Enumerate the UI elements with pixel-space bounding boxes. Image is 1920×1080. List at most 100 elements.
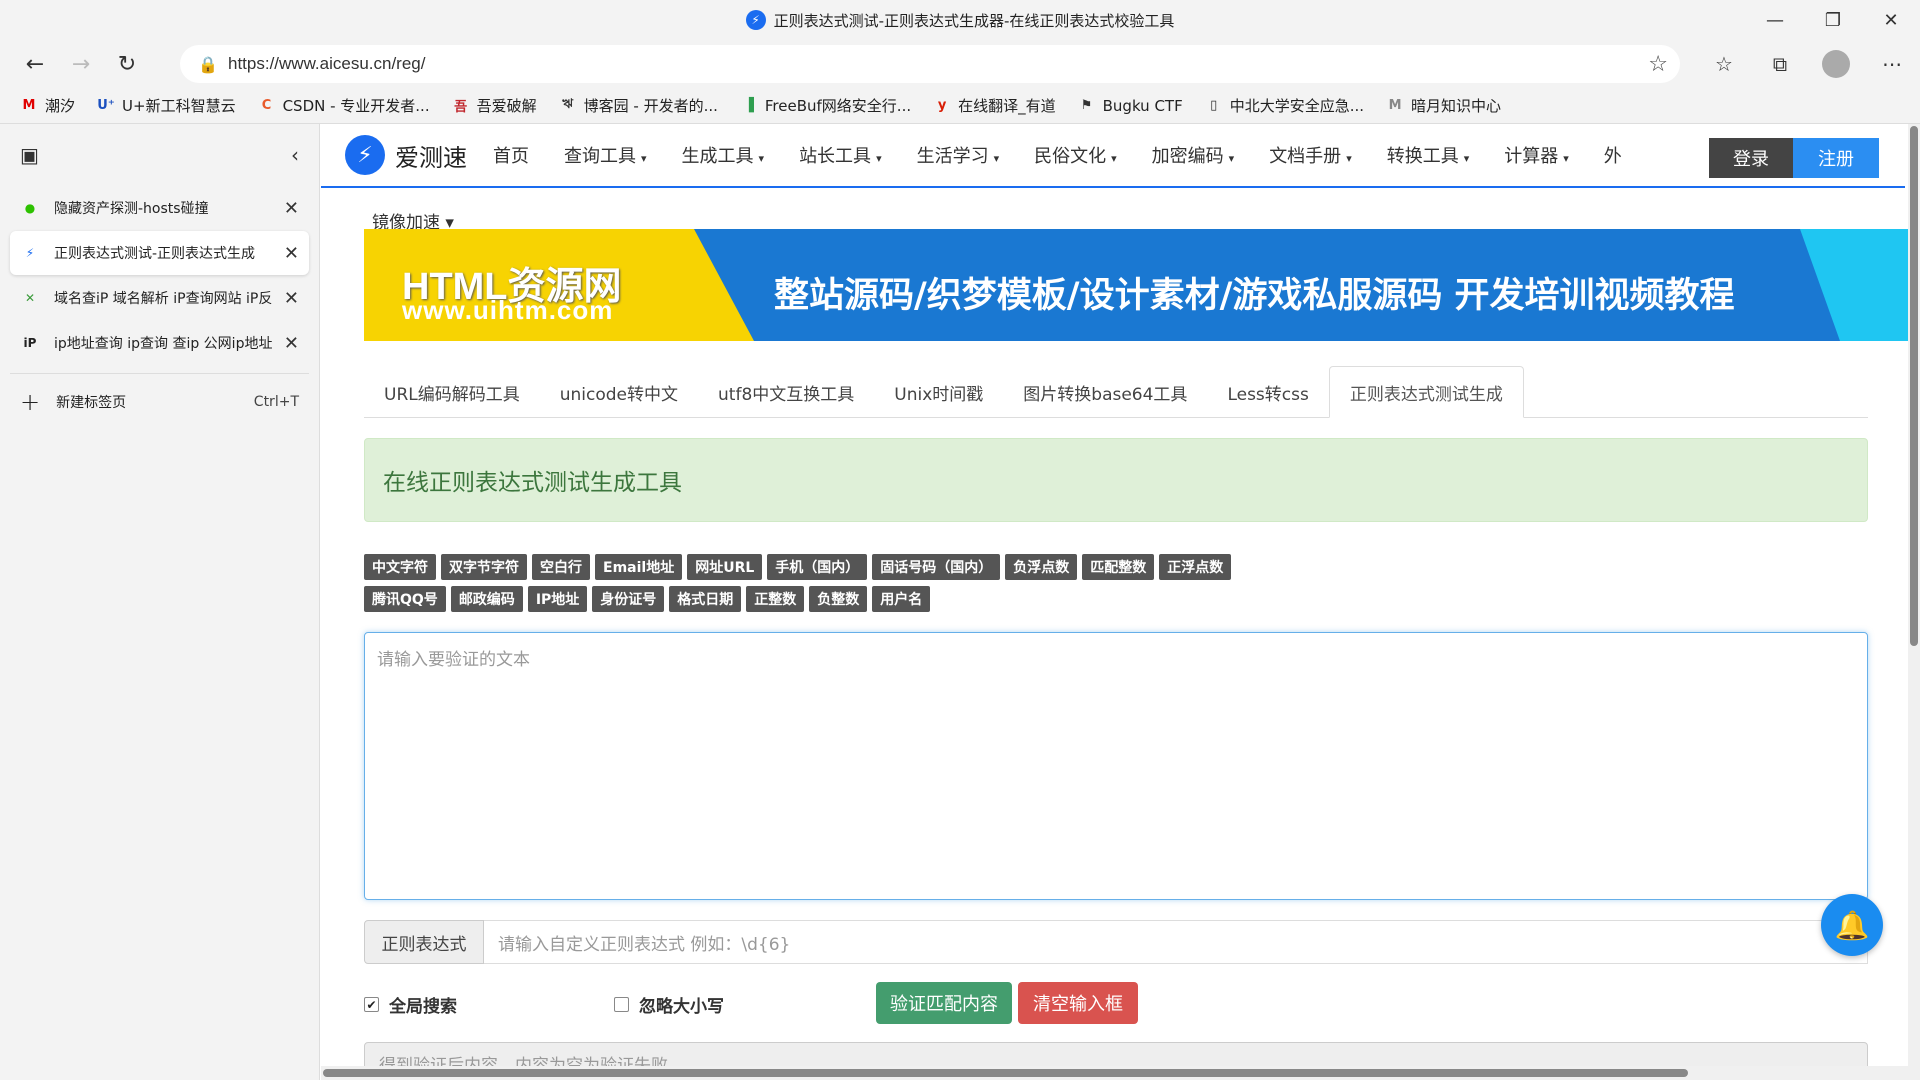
collapse-sidebar-icon[interactable]: ‹ xyxy=(291,143,299,167)
regex-preset-button[interactable]: 双字节字符 xyxy=(441,554,527,580)
bookmark-item[interactable]: C CSDN - 专业开发者... xyxy=(258,95,430,116)
ignore-case-check-icon[interactable] xyxy=(614,997,629,1012)
notification-bell-button[interactable]: 🔔 xyxy=(1821,894,1883,956)
bookmark-label: Bugku CTF xyxy=(1102,96,1183,115)
regex-preset-button[interactable]: IP地址 xyxy=(527,586,588,612)
tab-list: ● 隐藏资产探测-hosts碰撞 ✕ ⚡ 正则表达式测试-正则表达式生成 ✕ ✕ 域名查iP … xyxy=(0,186,319,365)
bookmark-item[interactable]: ▐ FreeBuf网络安全行... xyxy=(740,95,911,116)
regex-preset-button[interactable]: 用户名 xyxy=(872,586,931,612)
tool-tab[interactable]: unicode转中文 xyxy=(540,366,698,418)
clear-input-button[interactable]: 清空输入框 xyxy=(1018,982,1138,1024)
settings-more-button[interactable]: ⋯ xyxy=(1864,52,1920,76)
vertical-scroll-thumb[interactable] xyxy=(1910,126,1918,646)
tool-tab[interactable]: Less转css xyxy=(1207,366,1328,418)
regex-preset-button[interactable]: 手机（国内） xyxy=(767,554,868,580)
global-search-check-icon[interactable]: ✔ xyxy=(364,997,379,1012)
bookmark-item[interactable]: M 暗月知识中心 xyxy=(1386,95,1501,116)
nav-item[interactable]: 加密编码 ▾ xyxy=(1152,142,1235,168)
close-tab-icon[interactable]: ✕ xyxy=(284,243,299,264)
vertical-scrollbar[interactable] xyxy=(1908,124,1920,1080)
bookmark-label: U+新工科智慧云 xyxy=(122,97,236,115)
tab-actions-icon[interactable]: ▣ xyxy=(20,143,39,167)
nav-item[interactable]: 查询工具 ▾ xyxy=(564,142,647,168)
nav-item[interactable]: 民俗文化 ▾ xyxy=(1034,142,1117,168)
close-tab-icon[interactable]: ✕ xyxy=(284,288,299,309)
tool-tab[interactable]: utf8中文互换工具 xyxy=(698,366,874,418)
nav-item-label: 站长工具 xyxy=(799,146,872,167)
regex-preset-button[interactable]: 中文字符 xyxy=(364,554,436,580)
nav-item-label: 转换工具 xyxy=(1386,146,1459,167)
nav-item[interactable]: 首页 xyxy=(493,142,529,168)
collections-button[interactable]: ⧉ xyxy=(1752,52,1808,76)
nav-item[interactable]: 计算器 ▾ xyxy=(1504,142,1569,168)
new-tab-button[interactable]: + 新建标签页 Ctrl+T xyxy=(0,382,319,422)
regex-preset-button[interactable]: 腾讯QQ号 xyxy=(364,586,446,612)
horizontal-scroll-thumb[interactable] xyxy=(323,1069,1688,1077)
verify-match-button[interactable]: 验证匹配内容 xyxy=(876,982,1012,1024)
bookmark-item[interactable]: ⚑ Bugku CTF xyxy=(1078,97,1183,115)
regex-preset-button[interactable]: 空白行 xyxy=(532,554,590,580)
forward-button[interactable]: → xyxy=(58,44,104,84)
regex-preset-button[interactable]: 格式日期 xyxy=(669,586,742,612)
lock-icon[interactable]: 🔒 xyxy=(198,55,228,74)
regex-preset-button[interactable]: 身份证号 xyxy=(592,586,665,612)
regex-preset-button[interactable]: 邮政编码 xyxy=(450,586,523,612)
sidebar-tab[interactable]: ● 隐藏资产探测-hosts碰撞 ✕ xyxy=(10,186,309,230)
regex-preset-button[interactable]: Email地址 xyxy=(595,554,683,580)
sidebar-tab[interactable]: iP ip地址查询 ip查询 查ip 公网ip地址 ✕ xyxy=(10,321,309,365)
bookmark-item[interactable]: ▯ 中北大学安全应急... xyxy=(1205,95,1364,116)
site-logo[interactable]: ⚡ 爱测速 xyxy=(345,135,467,175)
text-to-verify-input[interactable]: 请输入要验证的文本 xyxy=(364,632,1868,900)
ignore-case-checkbox[interactable]: 忽略大小写 xyxy=(614,992,724,1017)
bookmark-favicon-icon: C xyxy=(261,98,272,113)
favorites-button[interactable]: ☆ xyxy=(1696,52,1752,76)
add-favorite-icon[interactable]: ☆ xyxy=(1648,52,1668,77)
regex-preset-button[interactable]: 负整数 xyxy=(809,586,868,612)
vertical-tabs-sidebar: ▣ ‹ ● 隐藏资产探测-hosts碰撞 ✕ ⚡ 正则表达式测试-正则表达式生成 ✕ ✕ 域名… xyxy=(0,124,320,1080)
close-tab-icon[interactable]: ✕ xyxy=(284,333,299,354)
maximize-button[interactable]: ❐ xyxy=(1804,0,1862,40)
refresh-button[interactable]: ↻ xyxy=(104,44,150,84)
nav-item[interactable]: 外 xyxy=(1604,142,1622,168)
nav-item[interactable]: 生成工具 ▾ xyxy=(682,142,765,168)
ad-banner[interactable]: HTML资源网 www.uihtm.com 整站源码/织梦模板/设计素材/游戏私… xyxy=(364,229,1920,341)
back-button[interactable]: ← xyxy=(12,44,58,84)
regex-preset-button[interactable]: 正整数 xyxy=(746,586,805,612)
sidebar-tab[interactable]: ⚡ 正则表达式测试-正则表达式生成 ✕ xyxy=(10,231,309,275)
bookmark-item[interactable]: ঋ 博客园 - 开发者的... xyxy=(559,95,718,116)
tool-tab[interactable]: Unix时间戳 xyxy=(874,366,1003,418)
nav-item[interactable]: 站长工具 ▾ xyxy=(799,142,882,168)
minimize-button[interactable]: — xyxy=(1746,0,1804,40)
regex-preset-button[interactable]: 网址URL xyxy=(687,554,763,580)
nav-item[interactable]: 转换工具 ▾ xyxy=(1387,142,1470,168)
bookmark-item[interactable]: y 在线翻译_有道 xyxy=(933,95,1056,116)
regex-preset-button[interactable]: 正浮点数 xyxy=(1159,554,1232,580)
regex-input[interactable]: 请输入自定义正则表达式 例如：\d{6} xyxy=(484,920,1868,964)
tool-tab[interactable]: 图片转换base64工具 xyxy=(1003,366,1207,418)
nav-item[interactable]: 文档手册 ▾ xyxy=(1269,142,1352,168)
tool-tab[interactable]: URL编码解码工具 xyxy=(364,366,540,418)
text-input-placeholder: 请输入要验证的文本 xyxy=(377,650,530,670)
url-text[interactable]: https://www.aicesu.cn/reg/ xyxy=(228,54,425,74)
login-button[interactable]: 登录 xyxy=(1709,138,1793,178)
close-tab-icon[interactable]: ✕ xyxy=(284,198,299,219)
tab-favicon-icon: ● xyxy=(24,201,36,215)
caret-down-icon: ▾ xyxy=(1111,152,1117,165)
regex-preset-button[interactable]: 固话号码（国内） xyxy=(872,554,1001,580)
nav-item[interactable]: 生活学习 ▾ xyxy=(917,142,1000,168)
bookmark-item[interactable]: M 潮汐 xyxy=(20,95,75,116)
nav-item-label: 生活学习 xyxy=(916,146,989,167)
global-search-checkbox[interactable]: ✔ 全局搜索 xyxy=(364,992,457,1017)
tool-tab[interactable]: 正则表达式测试生成 xyxy=(1328,366,1524,418)
regex-preset-button[interactable]: 匹配整数 xyxy=(1082,554,1155,580)
regex-preset-button[interactable]: 负浮点数 xyxy=(1005,554,1078,580)
close-window-button[interactable]: ✕ xyxy=(1862,0,1920,40)
window-titlebar: ⚡ 正则表达式测试-正则表达式生成器-在线正则表达式校验工具 — ❐ ✕ xyxy=(0,0,1920,40)
bookmark-item[interactable]: U⁺ U+新工科智慧云 xyxy=(97,95,236,116)
bookmark-item[interactable]: 吾吾爱破解 xyxy=(452,95,537,116)
sidebar-tab[interactable]: ✕ 域名查iP 域名解析 iP查询网站 iP反 ✕ xyxy=(10,276,309,320)
address-bar[interactable]: 🔒 https://www.aicesu.cn/reg/ ☆ xyxy=(180,45,1680,83)
register-button[interactable]: 注册 xyxy=(1793,138,1879,178)
profile-avatar[interactable] xyxy=(1822,50,1850,78)
horizontal-scrollbar[interactable] xyxy=(321,1066,1920,1080)
